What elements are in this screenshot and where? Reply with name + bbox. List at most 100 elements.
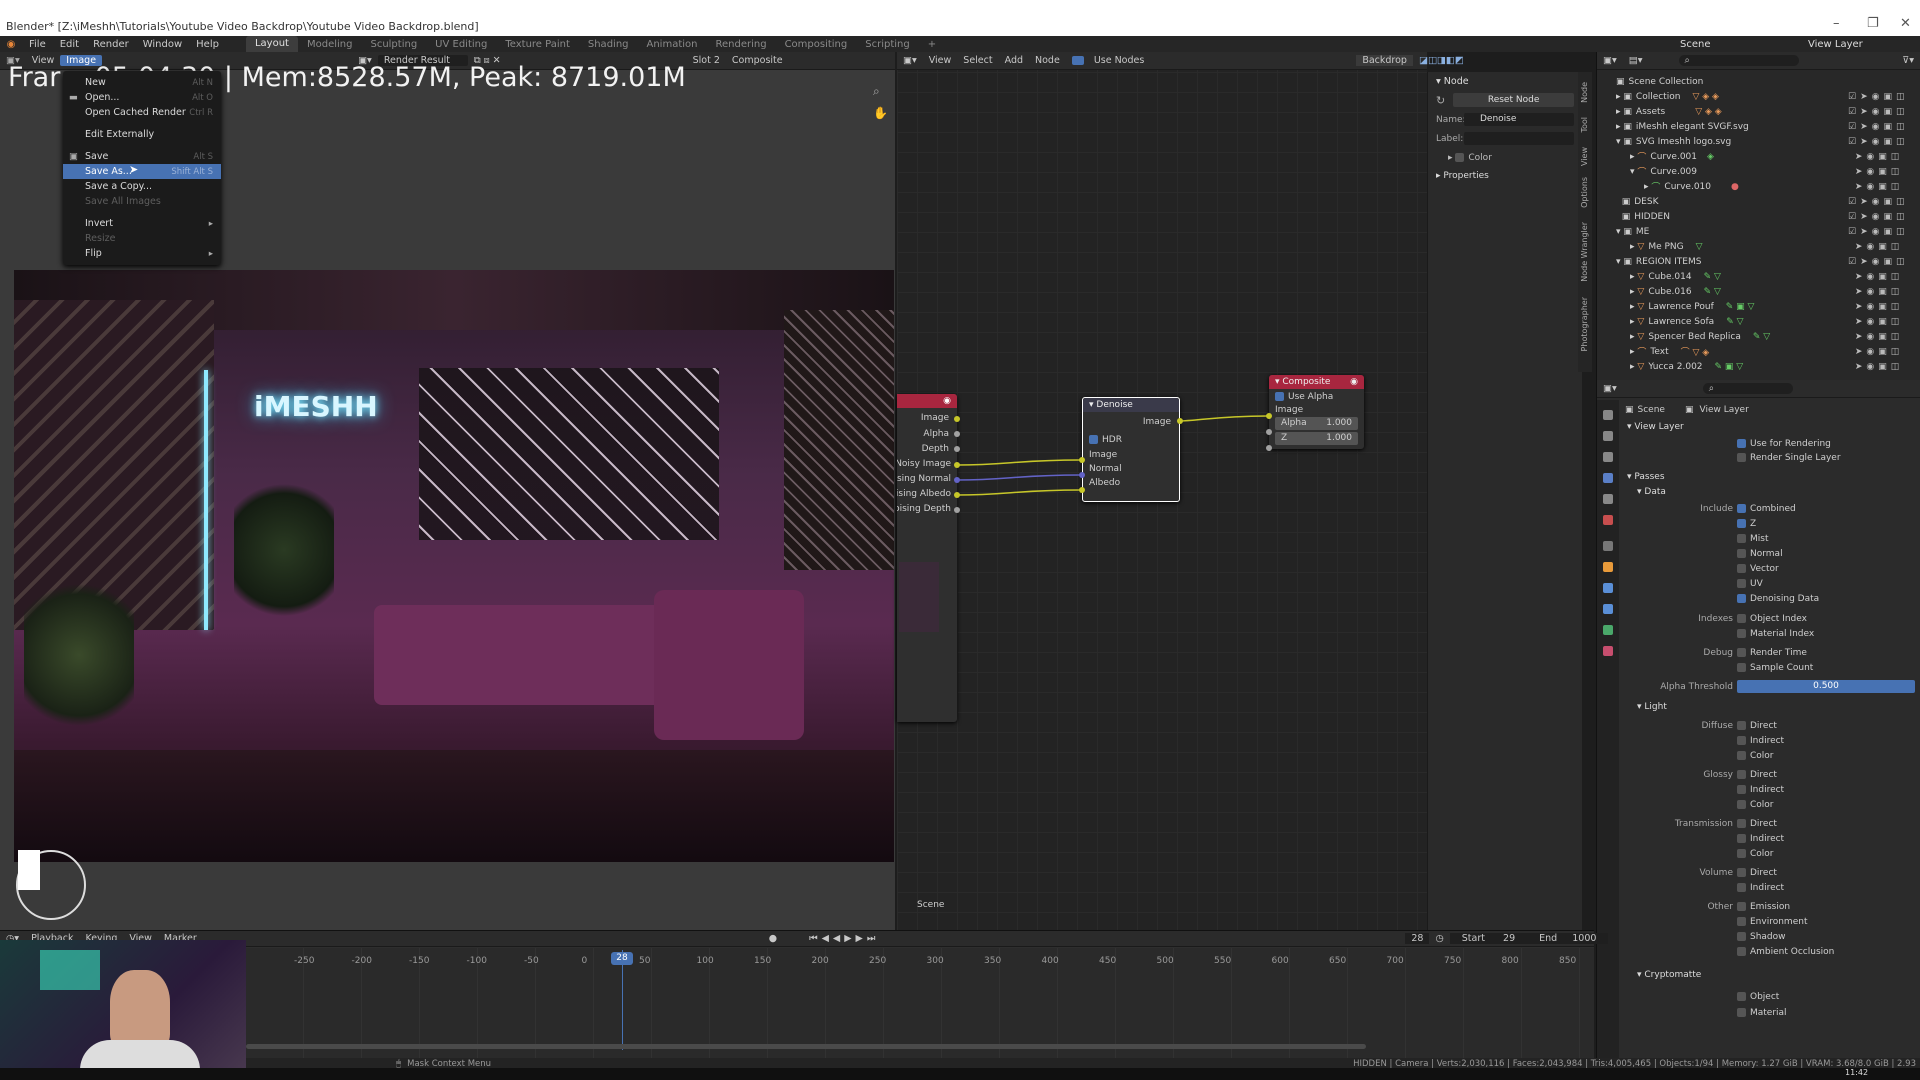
menu-item-save-as[interactable]: Save As... Shift Alt S ➤ xyxy=(63,163,221,179)
volume-direct-checkbox[interactable]: Direct xyxy=(1737,868,1777,878)
composite-z-field[interactable]: Z 1.000 xyxy=(1275,432,1358,445)
modifier-tab-icon[interactable] xyxy=(1603,583,1613,593)
outliner-item-lawrence-sofa[interactable]: ▸ ▽ Lawrence Sofa ✎ ▽ xyxy=(1630,314,1744,329)
outliner-item-cube-014[interactable]: ▸ ▽ Cube.014 ✎ ▽ xyxy=(1630,269,1721,284)
playback-controls[interactable]: ⏮◀◀▶▶⏭ xyxy=(803,933,885,944)
pass-z-checkbox[interactable]: Z xyxy=(1737,519,1756,529)
editor-type-icon[interactable]: ▣▾ xyxy=(1597,383,1623,394)
pass-normal-checkbox[interactable]: Normal xyxy=(1737,549,1783,559)
node-label-field[interactable] xyxy=(1464,132,1574,145)
composite-socket-image[interactable] xyxy=(1266,413,1272,419)
playhead-line[interactable] xyxy=(622,950,623,1050)
scene-selector[interactable]: Scene xyxy=(1680,39,1711,50)
menu-item-save[interactable]: ▣ Save Alt S xyxy=(63,149,221,164)
slot-selector[interactable]: Slot 2 xyxy=(687,55,726,66)
filter-icon[interactable]: ⊽▾ xyxy=(1896,55,1920,66)
node-editor[interactable]: ▣▾ View Select Add Node Use Nodes Backdr… xyxy=(897,52,1464,930)
data-subpanel-header[interactable]: ▾ Data xyxy=(1637,487,1666,497)
outliner-item-spencer-bed[interactable]: ▸ ▽ Spencer Bed Replica ✎ ▽ xyxy=(1630,329,1770,344)
menu-item-invert[interactable]: Invert ▸ xyxy=(63,216,221,231)
glossy-indirect-checkbox[interactable]: Indirect xyxy=(1737,785,1784,795)
output-tab-icon[interactable] xyxy=(1603,452,1613,462)
outliner-item-desk[interactable]: ▣ DESK xyxy=(1616,194,1659,209)
view-layer-panel-header[interactable]: ▾ View Layer xyxy=(1627,422,1684,432)
sidebar-tab-node[interactable]: Node xyxy=(1580,82,1589,103)
end-frame-field[interactable]: End 1000 xyxy=(1527,933,1609,944)
sidebar-tab-view[interactable]: View xyxy=(1580,147,1589,166)
record-button[interactable]: ● xyxy=(763,933,783,944)
crypto-material-checkbox[interactable]: Material xyxy=(1737,1008,1787,1018)
denoise-socket-image[interactable] xyxy=(1079,457,1085,463)
passes-panel-header[interactable]: ▾ Passes xyxy=(1627,472,1665,482)
composite-node[interactable]: ▾ Composite ◉ Use Alpha Image Alpha 1.000 … xyxy=(1269,375,1364,449)
material-index-checkbox[interactable]: Material Index xyxy=(1737,629,1814,639)
reset-node-button[interactable]: Reset Node xyxy=(1453,93,1574,107)
cryptomatte-subpanel-header[interactable]: ▾ Cryptomatte xyxy=(1637,970,1701,980)
diffuse-color-checkbox[interactable]: Color xyxy=(1737,751,1774,761)
visibility-toggles[interactable]: ☑➤◉▣◫ ☑➤◉▣◫ ☑➤◉▣◫ ☑➤◉▣◫ ➤◉▣◫ ➤◉▣◫ ➤◉▣◫ ☑… xyxy=(1848,90,1918,375)
tool-tab-icon[interactable] xyxy=(1603,410,1613,420)
properties-editor[interactable]: ▣▾ ⌕ ▣ Scene ▣ View Layer ▾ View Layer Use … xyxy=(1596,380,1920,1058)
outliner-search[interactable]: ⌕ xyxy=(1678,55,1799,66)
use-for-rendering-checkbox[interactable]: Use for Rendering xyxy=(1737,439,1831,449)
outliner-item-curve-009[interactable]: ▾ ⌒ Curve.009 xyxy=(1630,164,1697,179)
display-mode-icon[interactable]: ▤▾ xyxy=(1623,55,1649,66)
outliner-item-svg-logo[interactable]: ▾ ▣ SVG Imeshh logo.svg xyxy=(1616,134,1731,149)
menu-window[interactable]: Window xyxy=(136,39,189,50)
maximize-button[interactable]: ❐ xyxy=(1867,16,1879,31)
crypto-object-checkbox[interactable]: Object xyxy=(1737,992,1779,1002)
transmission-indirect-checkbox[interactable]: Indirect xyxy=(1737,834,1784,844)
glossy-direct-checkbox[interactable]: Direct xyxy=(1737,770,1777,780)
menu-item-open[interactable]: ▬ Open... Alt O xyxy=(63,90,221,105)
menu-item-open-cached-render[interactable]: Open Cached Render Ctrl R xyxy=(63,105,221,120)
tab-compositing[interactable]: Compositing xyxy=(776,39,857,50)
world-tab-icon[interactable] xyxy=(1603,515,1613,525)
alpha-threshold-slider[interactable]: 0.500 xyxy=(1737,680,1915,693)
menu-render[interactable]: Render xyxy=(86,39,136,50)
shadow-checkbox[interactable]: Shadow xyxy=(1737,932,1786,942)
outliner-item-scene-collection[interactable]: ▣ Scene Collection xyxy=(1616,74,1703,89)
collection-tab-icon[interactable] xyxy=(1603,541,1613,551)
view-layer-selector[interactable]: View Layer xyxy=(1808,39,1863,50)
volume-indirect-checkbox[interactable]: Indirect xyxy=(1737,883,1784,893)
object-index-checkbox[interactable]: Object Index xyxy=(1737,614,1807,624)
menu-item-flip[interactable]: Flip ▸ xyxy=(63,246,221,261)
outliner-item-curve-001[interactable]: ▸ ⌒ Curve.001 ◈ xyxy=(1630,149,1714,164)
blender-logo-icon[interactable]: ◉ xyxy=(0,39,22,50)
gizmo-handle[interactable] xyxy=(18,850,40,890)
outliner-item-curve-010[interactable]: ▸ ⌒ Curve.010 ● xyxy=(1644,179,1739,194)
diffuse-indirect-checkbox[interactable]: Indirect xyxy=(1737,736,1784,746)
tab-animation[interactable]: Animation xyxy=(638,39,707,50)
object-tab-icon[interactable] xyxy=(1603,562,1613,572)
composite-selector[interactable]: Composite xyxy=(726,55,789,66)
node-name-field[interactable]: Denoise xyxy=(1464,113,1574,126)
view-layer-tab-icon[interactable] xyxy=(1603,473,1613,483)
outliner-item-assets[interactable]: ▸ ▣ Assets ▽ ◈ ◈ xyxy=(1616,104,1722,119)
outliner-item-cube-016[interactable]: ▸ ▽ Cube.016 ✎ ▽ xyxy=(1630,284,1721,299)
scene-tab-icon[interactable] xyxy=(1603,494,1613,504)
menu-file[interactable]: File xyxy=(22,39,53,50)
outliner-item-imeshh-elegant[interactable]: ▸ ▣ iMeshh elegant SVGF.svg xyxy=(1616,119,1749,134)
menu-edit[interactable]: Edit xyxy=(53,39,86,50)
outliner-item-region-items[interactable]: ▾ ▣ REGION ITEMS xyxy=(1616,254,1701,269)
emission-checkbox[interactable]: Emission xyxy=(1737,902,1790,912)
color-toggle[interactable]: ▸ Color xyxy=(1448,153,1574,163)
tab-shading[interactable]: Shading xyxy=(579,39,638,50)
close-button[interactable]: ✕ xyxy=(1900,16,1911,31)
sidebar-tab-options[interactable]: Options xyxy=(1580,177,1589,208)
current-frame-field[interactable]: 28 xyxy=(1405,933,1430,944)
composite-alpha-field[interactable]: Alpha 1.000 xyxy=(1275,417,1358,430)
menu-help[interactable]: Help xyxy=(189,39,226,50)
diffuse-direct-checkbox[interactable]: Direct xyxy=(1737,721,1777,731)
environment-checkbox[interactable]: Environment xyxy=(1737,917,1807,927)
render-time-checkbox[interactable]: Render Time xyxy=(1737,648,1807,658)
sidebar-tab-photographer[interactable]: Photographer xyxy=(1580,297,1589,351)
sidebar-tab-node-wrangler[interactable]: Node Wrangler xyxy=(1580,222,1589,282)
denoise-node[interactable]: ▾ Denoise Image HDR Image Normal Albedo xyxy=(1082,397,1180,502)
menu-item-save-a-copy[interactable]: Save a Copy... xyxy=(63,179,221,194)
ambient-occlusion-checkbox[interactable]: Ambient Occlusion xyxy=(1737,947,1834,957)
properties-search[interactable]: ⌕ xyxy=(1702,383,1793,394)
menu-item-new[interactable]: New Alt N xyxy=(63,75,221,90)
outliner-item-collection[interactable]: ▸ ▣ Collection ▽ ◈ ◈ xyxy=(1616,89,1719,104)
playhead-frame-badge[interactable]: 28 xyxy=(611,952,633,965)
